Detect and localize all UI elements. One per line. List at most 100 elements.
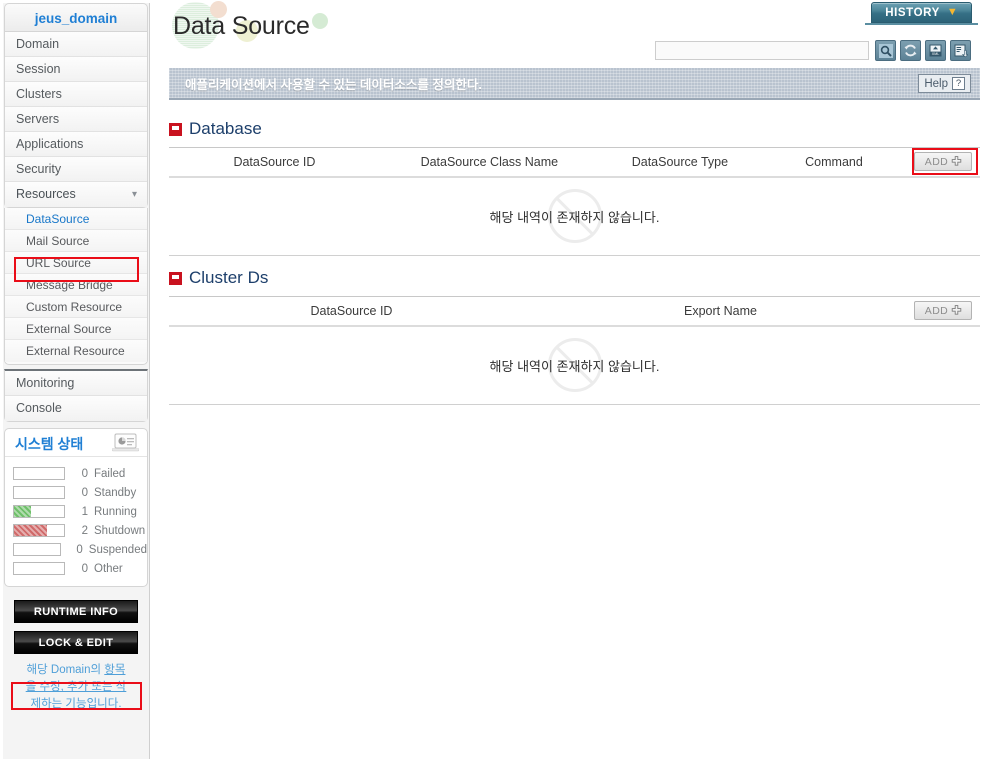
refresh-icon[interactable]: [900, 40, 921, 61]
decorative-circle-green: [312, 13, 328, 29]
status-count: 2: [81, 524, 88, 537]
resources-submenu: DataSource Mail Source URL Source Messag…: [4, 208, 148, 365]
empty-state-text: 해당 내역이 존재하지 않습니다.: [489, 358, 660, 374]
sidebar-subitem-label: Custom Resource: [26, 300, 123, 314]
section-title: Database: [189, 119, 262, 138]
add-button[interactable]: ADD: [914, 301, 973, 321]
sidebar-item-message-bridge[interactable]: Message Bridge: [5, 274, 147, 296]
status-row: 0 Failed: [5, 464, 147, 483]
search-input[interactable]: [655, 41, 869, 60]
history-button[interactable]: HISTORY ▼: [871, 2, 972, 23]
status-row: 0 Suspended: [5, 540, 147, 559]
system-status-panel: 시스템 상태 0 Failed 0 Standby 1 Running 2 Sh…: [4, 428, 148, 587]
cluster-ds-table: DataSource ID Export Name ADD 해당 내역이 존재하…: [169, 296, 980, 405]
runtime-info-button[interactable]: RUNTIME INFO: [14, 600, 138, 623]
plus-icon: [951, 156, 962, 166]
status-bar: [13, 505, 65, 518]
column-header-command[interactable]: Command: [761, 147, 907, 178]
sidebar-item-domain[interactable]: Domain: [5, 32, 147, 57]
database-table: DataSource ID DataSource Class Name Data…: [169, 147, 980, 256]
sidebar-item-label: Applications: [16, 137, 84, 151]
sidebar-item-custom-resource[interactable]: Custom Resource: [5, 296, 147, 318]
add-button-cell: ADD: [906, 147, 980, 178]
sidebar-item-resources[interactable]: Resources ▾: [5, 182, 147, 207]
table-header-row: DataSource ID Export Name ADD: [169, 296, 980, 327]
sidebar-item-console[interactable]: Console: [5, 396, 147, 421]
empty-state-cell: 해당 내역이 존재하지 않습니다.: [169, 325, 980, 405]
table-empty-row: 해당 내역이 존재하지 않습니다.: [169, 176, 980, 256]
primary-nav: Domain Session Clusters Servers Applicat…: [4, 32, 148, 208]
sidebar-item-label: Monitoring: [16, 376, 75, 390]
sidebar-item-label: Resources: [16, 187, 76, 201]
lock-and-edit-button[interactable]: LOCK & EDIT: [14, 631, 138, 654]
sidebar-item-security[interactable]: Security: [5, 157, 147, 182]
section-cluster-ds: Cluster Ds DataSource ID Export Name ADD: [169, 265, 980, 405]
status-count: 0: [81, 562, 88, 575]
column-header-datasource-id[interactable]: DataSource ID: [169, 296, 534, 327]
sidebar-item-label: Clusters: [16, 87, 62, 101]
sidebar-subitem-label: DataSource: [26, 212, 90, 226]
action-button-stack: RUNTIME INFO LOCK & EDIT 해당 Domain의 항목을 …: [3, 600, 149, 713]
add-button[interactable]: ADD: [914, 152, 973, 172]
sidebar-item-external-resource[interactable]: External Resource: [5, 340, 147, 362]
help-button[interactable]: Help ?: [918, 74, 971, 93]
status-row: 0 Standby: [5, 483, 147, 502]
sidebar-item-mail-source[interactable]: Mail Source: [5, 230, 147, 252]
xml-export-icon[interactable]: XML: [925, 40, 946, 61]
status-label: Failed: [94, 467, 126, 480]
add-label: ADD: [924, 304, 949, 317]
status-count: 0: [76, 543, 83, 556]
sidebar-item-monitoring[interactable]: Monitoring: [5, 371, 147, 396]
sidebar-item-applications[interactable]: Applications: [5, 132, 147, 157]
status-bar: [13, 467, 65, 480]
status-bar: [13, 562, 65, 575]
status-count: 0: [81, 486, 88, 499]
sidebar-subitem-label: URL Source: [26, 256, 91, 270]
lock-desc-part2: 하는 기능입니다.: [41, 698, 122, 710]
section-database: Database DataSource ID DataSource Class …: [169, 116, 980, 256]
question-mark-icon: ?: [952, 77, 965, 90]
status-row: 2 Shutdown: [5, 521, 147, 540]
secondary-nav: Monitoring Console: [4, 369, 148, 422]
history-label: HISTORY: [885, 6, 940, 19]
empty-state-text: 해당 내역이 존재하지 않습니다.: [489, 209, 660, 225]
section-header: Cluster Ds: [169, 265, 980, 291]
export-icon[interactable]: [950, 40, 971, 61]
chevron-down-icon: ▼: [946, 6, 958, 18]
sidebar-item-url-source[interactable]: URL Source: [5, 252, 147, 274]
status-label: Suspended: [88, 543, 147, 556]
empty-state-cell: 해당 내역이 존재하지 않습니다.: [169, 176, 980, 256]
sidebar-subitem-label: External Resource: [26, 344, 125, 358]
status-bar: [13, 524, 65, 537]
column-header-class-name[interactable]: DataSource Class Name: [379, 147, 599, 178]
section-title: Cluster Ds: [189, 268, 269, 287]
section-marker-icon: [169, 122, 182, 136]
sidebar-item-label: Session: [16, 62, 61, 76]
sidebar-item-servers[interactable]: Servers: [5, 107, 147, 132]
sidebar-item-label: Domain: [16, 37, 60, 51]
add-label: ADD: [924, 155, 949, 168]
domain-title: jeus_domain: [4, 3, 148, 32]
column-header-datasource-type[interactable]: DataSource Type: [598, 147, 762, 178]
sidebar-item-external-source[interactable]: External Source: [5, 318, 147, 340]
column-header-datasource-id[interactable]: DataSource ID: [169, 147, 380, 178]
status-label: Running: [94, 505, 137, 518]
status-label: Standby: [94, 486, 137, 499]
status-label: Other: [94, 562, 123, 575]
search-icon[interactable]: [875, 40, 896, 61]
chevron-down-icon: ▾: [131, 189, 137, 200]
description-bar: 애플리케이션에서 사용할 수 있는 데이터소스를 정의한다. Help ?: [169, 68, 980, 100]
plus-icon: [951, 305, 962, 315]
table-empty-row: 해당 내역이 존재하지 않습니다.: [169, 325, 980, 405]
sidebar-item-datasource[interactable]: DataSource: [5, 208, 147, 230]
system-status-title: 시스템 상태: [15, 436, 84, 452]
sidebar-item-session[interactable]: Session: [5, 57, 147, 82]
column-header-export-name[interactable]: Export Name: [533, 296, 907, 327]
sidebar-item-label: Security: [16, 162, 62, 176]
section-header: Database: [169, 116, 980, 142]
sidebar-item-label: Servers: [16, 112, 60, 126]
description-text: 애플리케이션에서 사용할 수 있는 데이터소스를 정의한다.: [185, 77, 482, 92]
monitor-chart-icon[interactable]: [111, 433, 140, 452]
svg-text:XML: XML: [932, 52, 939, 56]
sidebar-item-clusters[interactable]: Clusters: [5, 82, 147, 107]
